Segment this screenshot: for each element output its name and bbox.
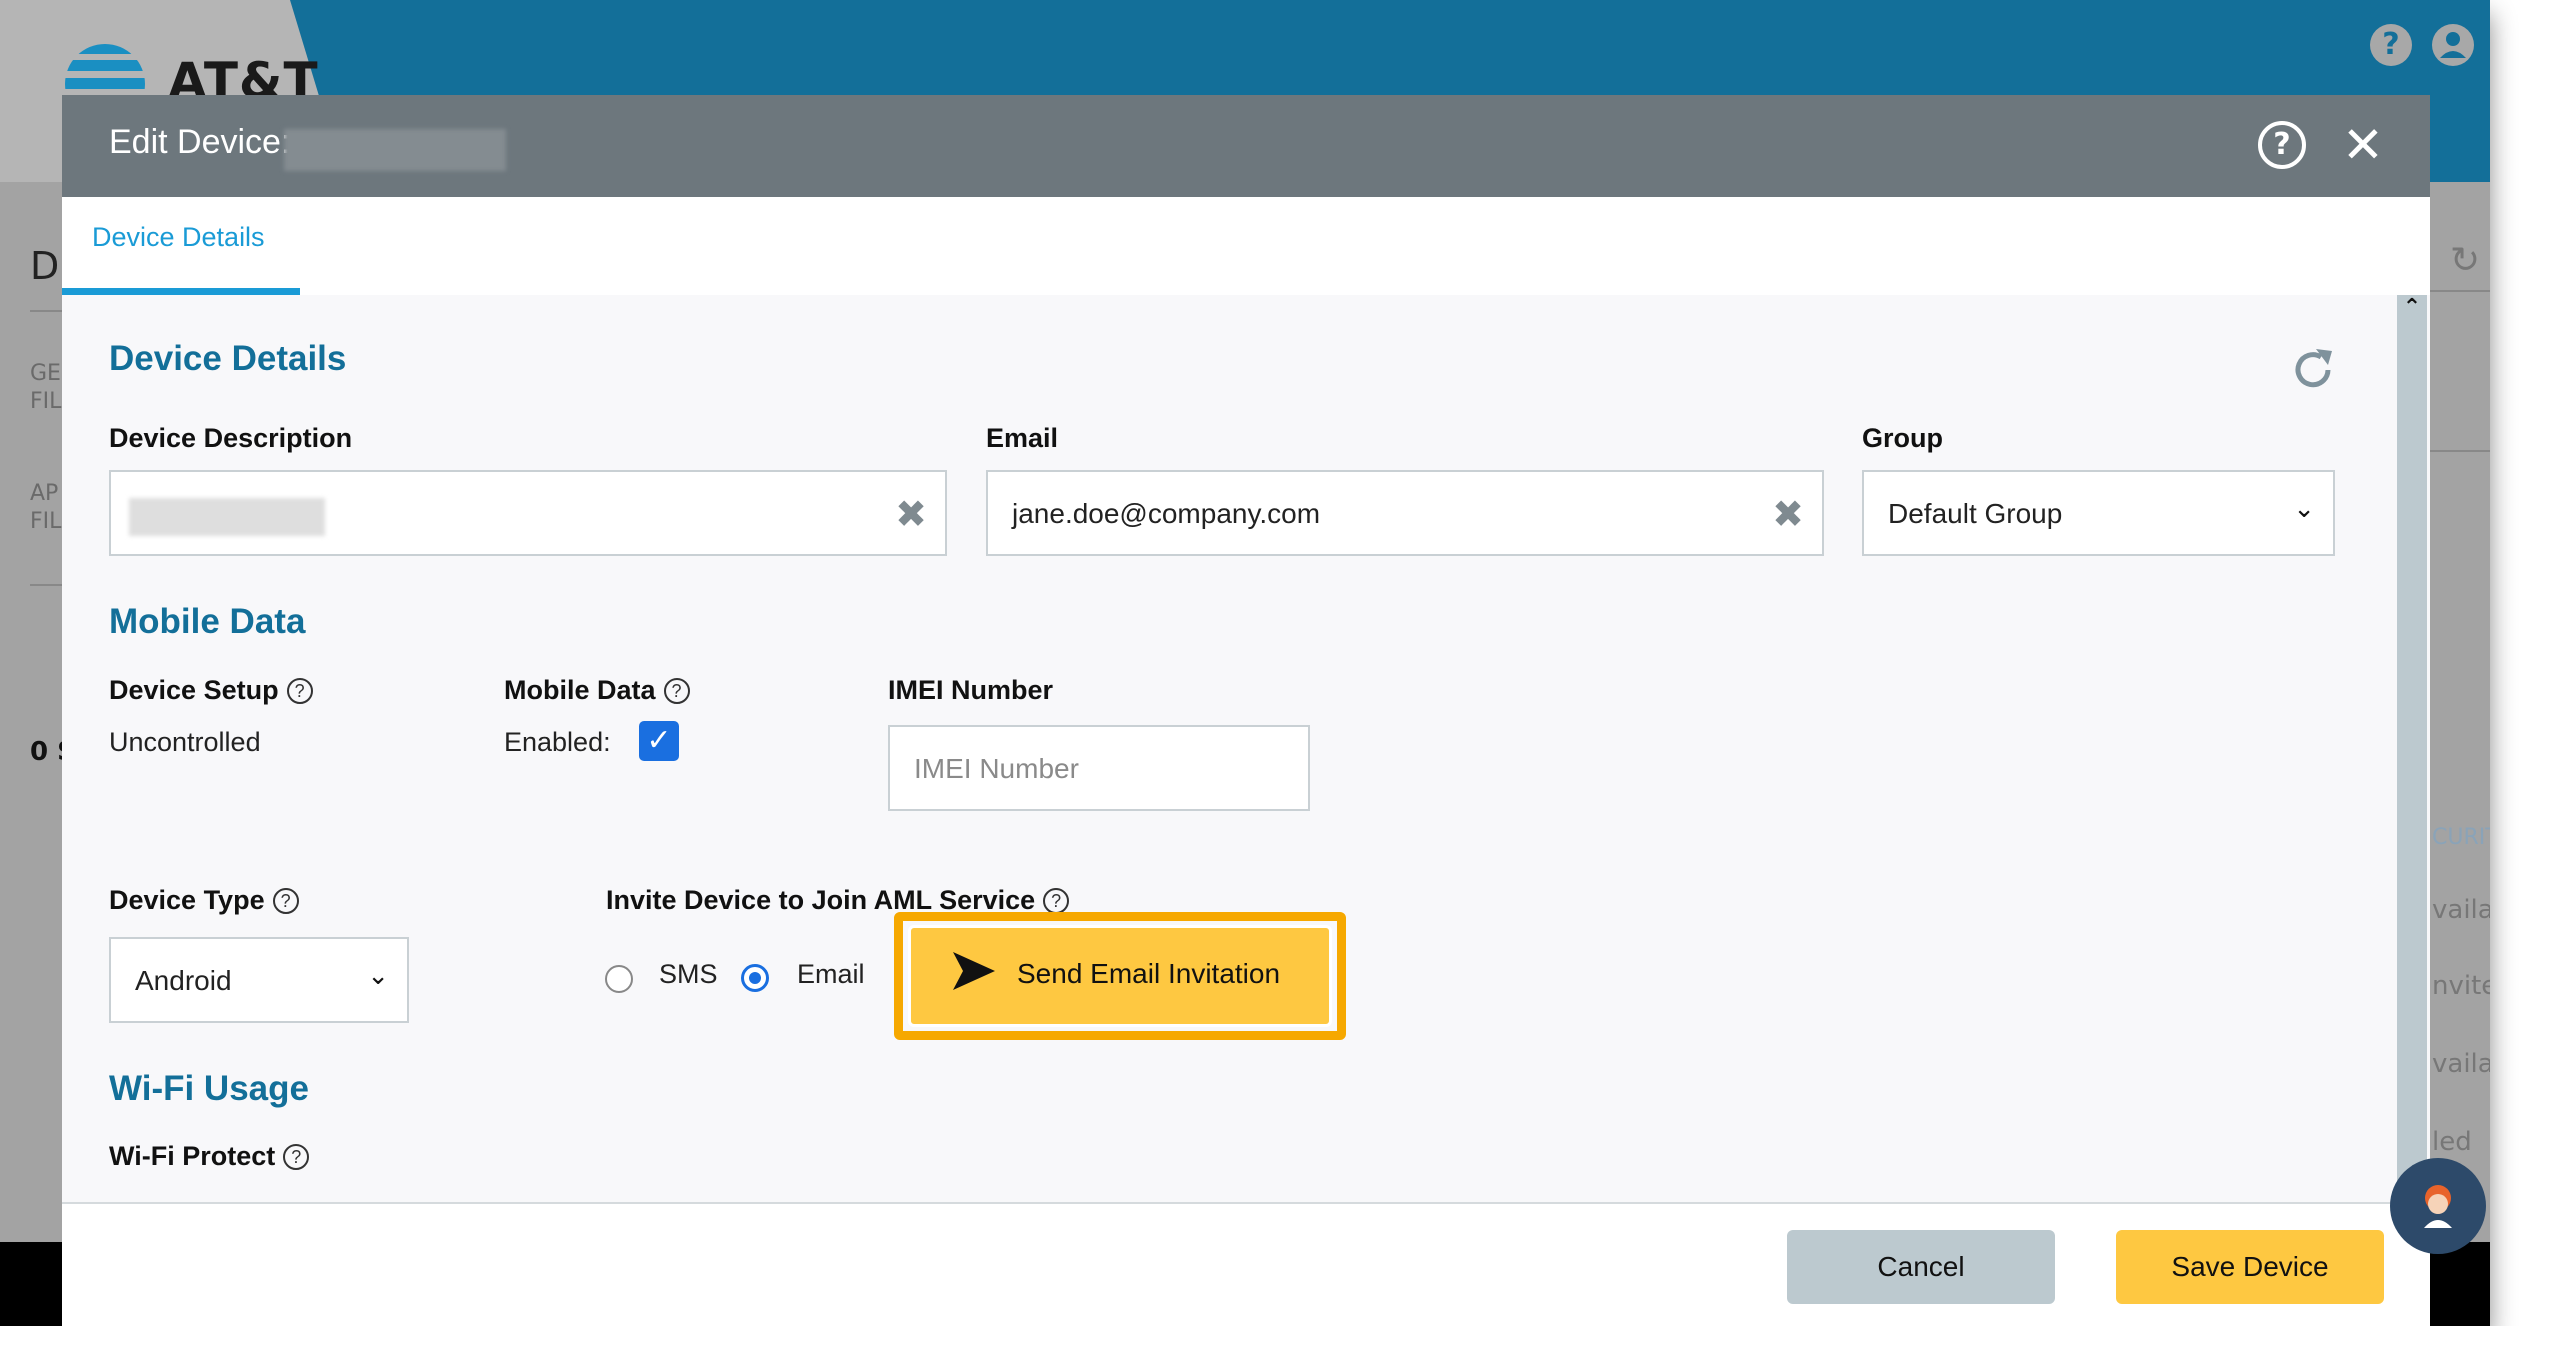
dialog-footer: Cancel Save Device: [62, 1202, 2430, 1326]
help-icon[interactable]: ?: [272, 888, 299, 914]
mobile-data-enabled-checkbox[interactable]: ✓: [639, 721, 679, 761]
help-icon[interactable]: ?: [1043, 888, 1070, 914]
refresh-icon[interactable]: [2288, 345, 2338, 395]
dialog-body: Device Details Device Description ✖ Emai…: [62, 295, 2395, 1202]
section-title-wifi-usage: Wi-Fi Usage: [109, 1069, 309, 1108]
imei-label: IMEI Number: [888, 675, 1054, 705]
bg-divider: [2430, 450, 2490, 452]
help-icon[interactable]: ?: [283, 1144, 310, 1170]
bg-filter-label: FIL: [30, 389, 62, 414]
mobile-data-enabled-label: Enabled:: [504, 727, 611, 757]
sms-radio[interactable]: [605, 965, 633, 993]
sms-radio-label[interactable]: SMS: [659, 959, 718, 990]
group-select[interactable]: Default Group ⌄: [1862, 470, 2335, 556]
device-type-select[interactable]: Android ⌄: [109, 937, 409, 1023]
scroll-up-icon[interactable]: ⌃: [2397, 295, 2427, 320]
dialog-scrollbar[interactable]: ⌃: [2397, 295, 2427, 1202]
bg-refresh-icon: ↻: [2450, 240, 2481, 281]
help-icon[interactable]: ?: [286, 678, 313, 704]
device-description-redacted: [129, 498, 325, 536]
cancel-button[interactable]: Cancel: [1787, 1230, 2055, 1304]
device-name-redacted: [284, 129, 506, 171]
dialog-close-icon[interactable]: ✕: [2342, 115, 2384, 175]
clear-icon[interactable]: ✖: [895, 492, 927, 536]
bg-cell: led: [2432, 1127, 2472, 1157]
save-device-button[interactable]: Save Device: [2116, 1230, 2384, 1304]
device-setup-value: Uncontrolled: [109, 727, 261, 757]
screen-margin: [0, 1326, 2560, 1367]
help-icon[interactable]: ?: [2370, 24, 2412, 66]
send-email-invitation-label: Send Email Invitation: [1017, 958, 1281, 989]
bg-filter-label: AP: [30, 481, 59, 506]
device-type-label-text: Device Type: [109, 885, 265, 915]
dialog-title: Edit Device:: [109, 123, 291, 161]
help-icon[interactable]: ?: [663, 678, 690, 704]
device-setup-label: Device Setup?: [109, 675, 313, 706]
tab-device-details[interactable]: Device Details: [62, 197, 300, 295]
bg-divider: [2430, 290, 2490, 292]
assistant-face-icon: [2424, 1185, 2452, 1228]
mobile-data-label: Mobile Data?: [504, 675, 690, 706]
invite-label-text: Invite Device to Join AML Service: [606, 885, 1036, 915]
bg-cell: nvitec: [2432, 971, 2490, 1001]
bg-filter-label: GE: [30, 361, 61, 386]
send-icon: [953, 952, 995, 990]
send-email-invitation-button[interactable]: Send Email Invitation: [908, 925, 1332, 1027]
bg-cell: vailal: [2432, 1049, 2490, 1079]
edit-device-dialog: Edit Device: ? ✕ Device Details Device D…: [62, 95, 2430, 1326]
email-label: Email: [986, 423, 1059, 453]
dialog-help-icon[interactable]: ?: [2258, 121, 2306, 169]
email-input[interactable]: jane.doe@company.com ✖: [986, 470, 1824, 556]
user-account-icon[interactable]: [2432, 24, 2474, 66]
chat-assistant-avatar[interactable]: [2390, 1158, 2486, 1254]
tab-bar: Device Details: [62, 197, 2430, 295]
bg-filter-label: FIL: [30, 509, 62, 534]
device-type-label: Device Type?: [109, 885, 299, 916]
device-setup-label-text: Device Setup: [109, 675, 279, 705]
email-value: jane.doe@company.com: [1012, 498, 1321, 529]
chevron-down-icon: ⌄: [2293, 494, 2315, 524]
device-description-label: Device Description: [109, 423, 353, 453]
email-radio[interactable]: [741, 964, 769, 992]
chevron-down-icon: ⌄: [367, 961, 389, 991]
bg-cell: vailal: [2432, 895, 2490, 925]
mobile-data-label-text: Mobile Data: [504, 675, 656, 705]
bg-column-header: CURIT: [2432, 825, 2490, 850]
wifi-protect-label: Wi-Fi Protect?: [109, 1141, 310, 1172]
clear-icon[interactable]: ✖: [1772, 492, 1804, 536]
device-description-input[interactable]: ✖: [109, 470, 947, 556]
section-title-device-details: Device Details: [109, 339, 347, 378]
imei-input[interactable]: IMEI Number: [888, 725, 1310, 811]
section-title-mobile-data: Mobile Data: [109, 602, 306, 641]
wifi-protect-label-text: Wi-Fi Protect: [109, 1141, 276, 1171]
imei-placeholder: IMEI Number: [914, 753, 1079, 784]
screen: AT&T ? DI GE FIL AP FIL 0 S CURIT vailal…: [0, 0, 2490, 1326]
dialog-header: Edit Device: ? ✕: [62, 95, 2430, 197]
group-value: Default Group: [1888, 498, 2063, 529]
email-radio-label[interactable]: Email: [797, 959, 865, 990]
device-type-value: Android: [135, 965, 232, 996]
group-label: Group: [1862, 423, 1943, 453]
